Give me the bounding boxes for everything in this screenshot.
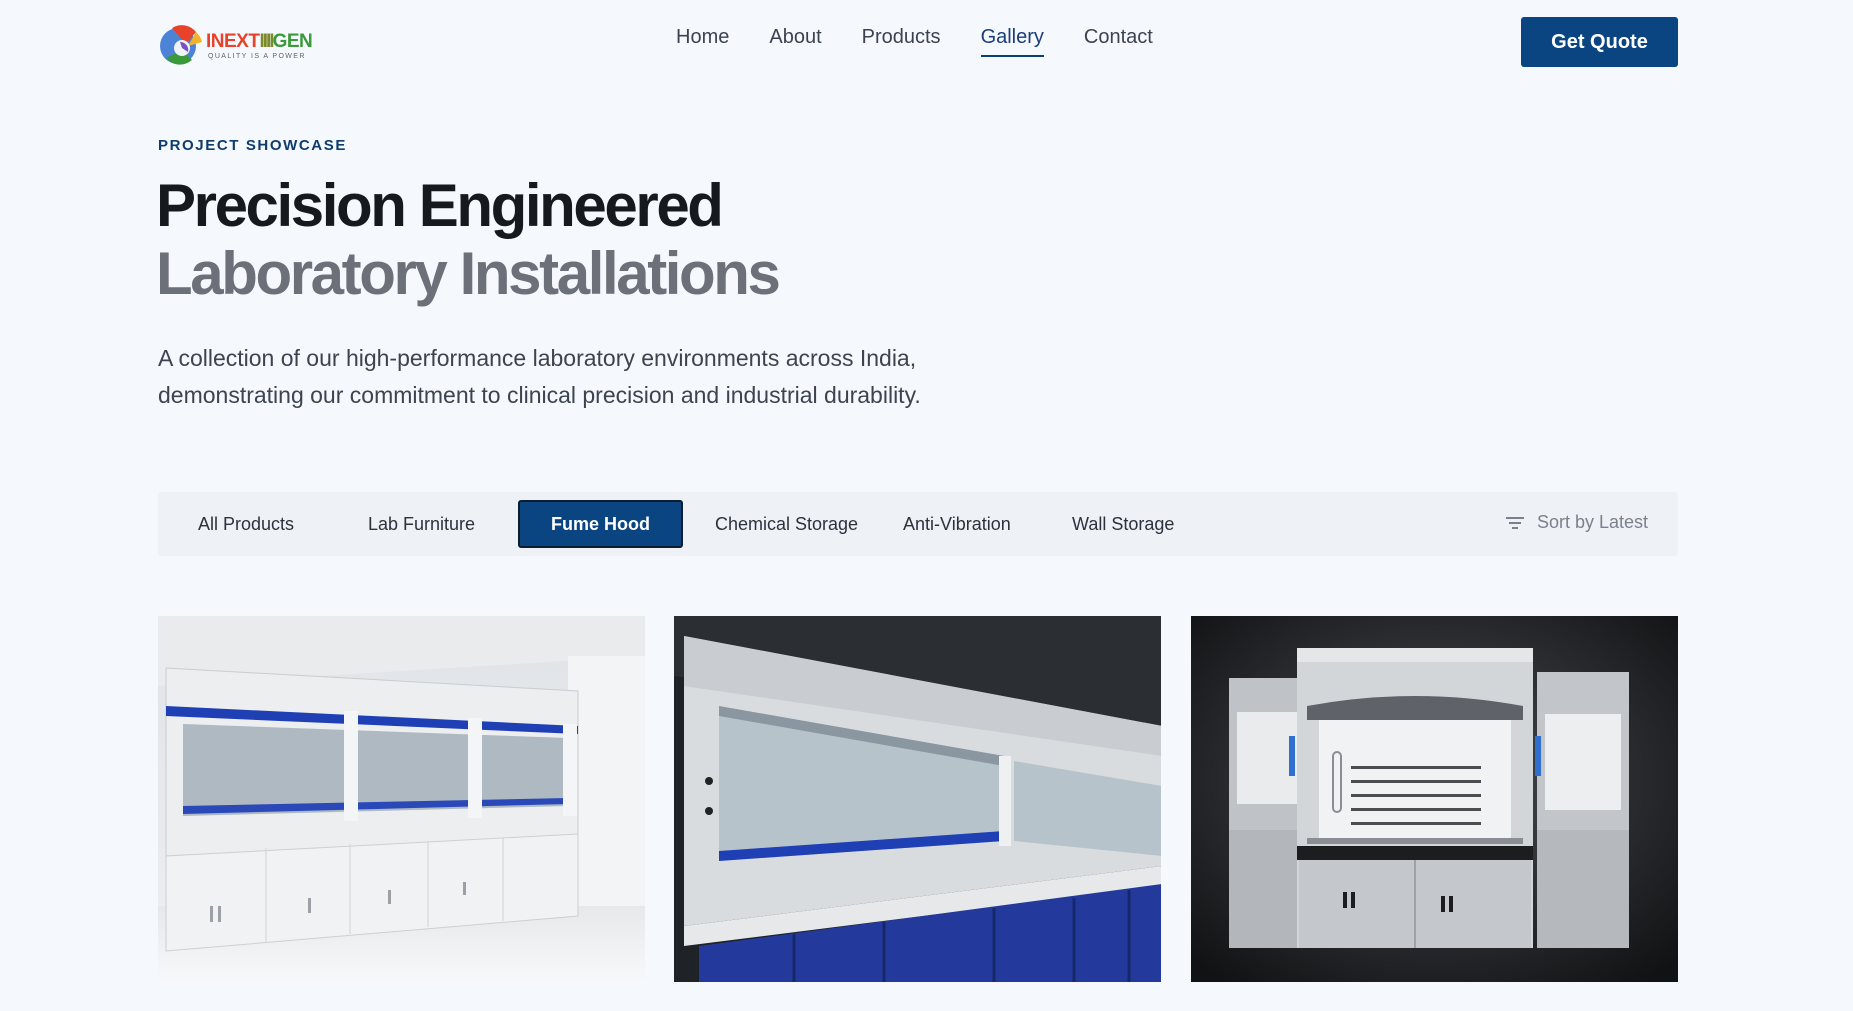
nav-products[interactable]: Products — [862, 26, 941, 57]
logo-mark-icon — [158, 18, 204, 68]
category-filter-bar: All Products Lab Furniture Fume Hood Che… — [158, 492, 1678, 556]
filter-wall-storage[interactable]: Wall Storage — [1041, 500, 1205, 548]
filter-lab-furniture[interactable]: Lab Furniture — [337, 500, 506, 548]
brand-tagline: QUALITY IS A POWER — [208, 52, 306, 60]
gallery-card-2[interactable] — [674, 616, 1161, 982]
filter-chemical-storage[interactable]: Chemical Storage — [684, 500, 889, 548]
gallery-card-1[interactable] — [158, 616, 645, 982]
brand-logo[interactable]: INEXTIIIIGEN QUALITY IS A POWER — [158, 16, 328, 70]
gallery-image-1 — [158, 616, 645, 982]
brand-name-part1: INEXT — [206, 30, 260, 52]
filter-anti-vibration[interactable]: Anti-Vibration — [872, 500, 1042, 548]
brand-name: INEXTIIIIGEN — [206, 30, 313, 52]
nav-contact[interactable]: Contact — [1084, 26, 1153, 57]
gallery-image-3 — [1191, 616, 1678, 982]
sort-label: Sort by Latest — [1536, 512, 1648, 532]
brand-name-part2: GEN — [272, 30, 313, 52]
sort-dropdown[interactable]: Sort by Latest — [1505, 512, 1648, 533]
filter-fume-hood[interactable]: Fume Hood — [518, 500, 683, 548]
gallery-card-3[interactable] — [1191, 616, 1678, 982]
page-title-line1: Precision Engineered — [156, 172, 724, 239]
gallery-image-2 — [674, 616, 1161, 982]
nav-about[interactable]: About — [769, 26, 821, 57]
page-title-line2: Laboratory Installations — [156, 240, 781, 307]
nav-home[interactable]: Home — [676, 26, 729, 57]
filter-lines-icon — [1505, 516, 1524, 529]
main-nav: Home About Products Gallery Contact — [676, 26, 1193, 57]
page-title: Precision Engineered Laboratory Installa… — [156, 172, 781, 308]
section-eyebrow: PROJECT SHOWCASE — [158, 137, 347, 154]
site-header: INEXTIIIIGEN QUALITY IS A POWER Home Abo… — [0, 0, 1853, 84]
brand-name-bars: IIII — [259, 30, 274, 52]
nav-gallery[interactable]: Gallery — [980, 26, 1045, 57]
get-quote-button[interactable]: Get Quote — [1521, 17, 1678, 67]
hero-description: A collection of our high-performance lab… — [158, 345, 921, 408]
filter-all-products[interactable]: All Products — [167, 500, 325, 548]
